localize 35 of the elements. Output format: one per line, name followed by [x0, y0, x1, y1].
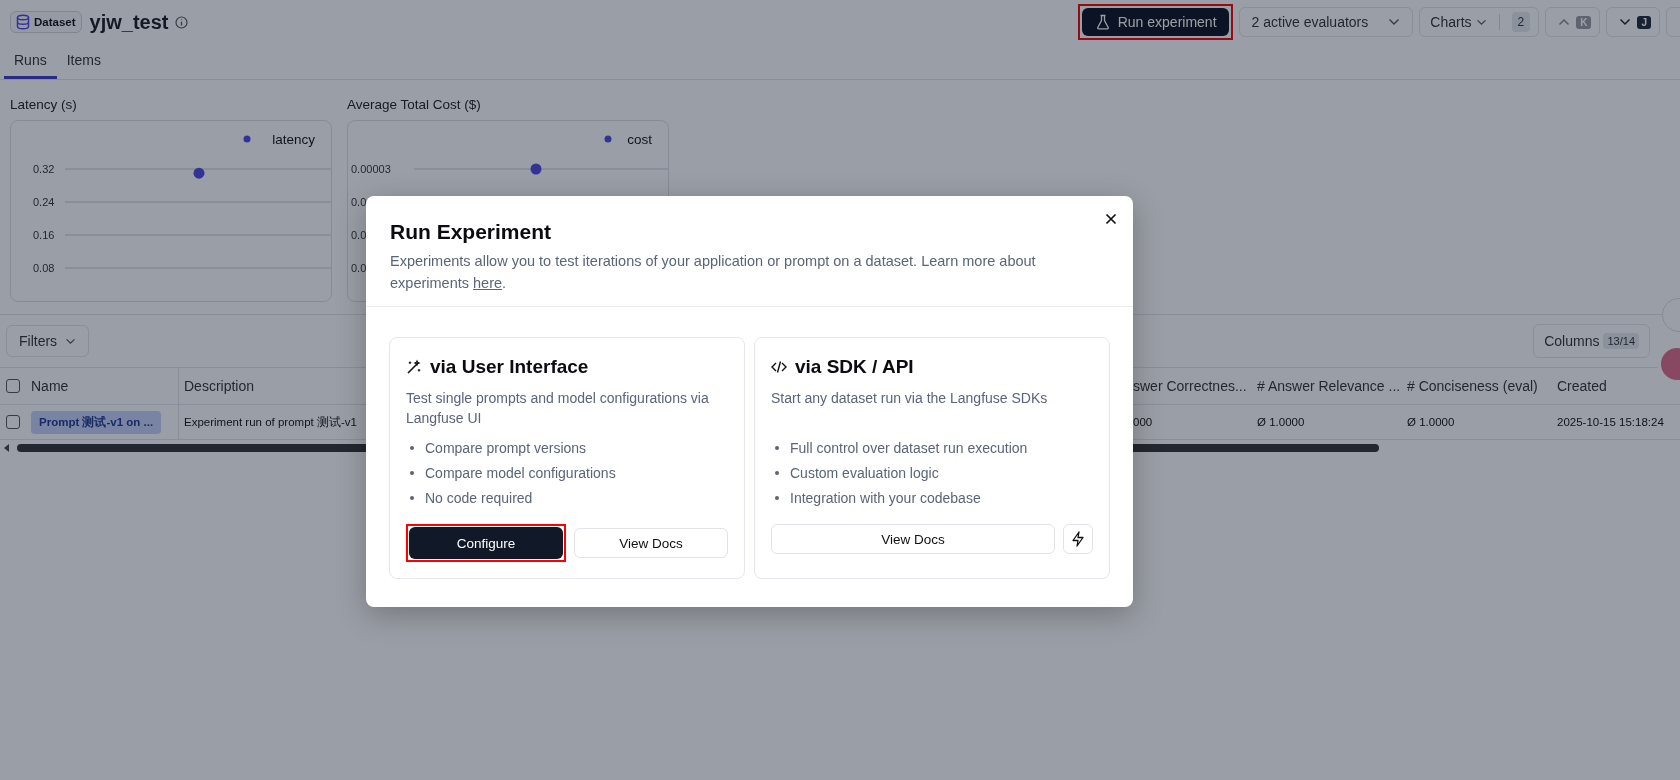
tick-label: 0.16: [33, 229, 55, 241]
shortcut-key: K: [1576, 15, 1592, 29]
dataset-title: yjw_test: [89, 10, 169, 34]
dataset-badge: Dataset: [10, 11, 82, 33]
feature-item: Full control over dataset run execution: [790, 440, 1028, 456]
tick-label: 0.0: [351, 196, 367, 208]
feature-item: Integration with your codebase: [790, 490, 981, 506]
legend-item: latency: [243, 132, 315, 147]
legend-item: cost: [604, 132, 652, 147]
columns-count: 13/14: [1603, 333, 1639, 349]
tick-label: 0.0: [351, 262, 367, 274]
feature-item: No code required: [425, 490, 533, 506]
table-cell: 000: [1133, 416, 1153, 428]
tick-label: 0.32: [33, 163, 55, 175]
legend-label: cost: [627, 132, 653, 147]
feature-item: Custom evaluation logic: [790, 465, 939, 481]
option-title: via SDK / API: [795, 356, 914, 378]
feature-item: Compare model configurations: [425, 465, 616, 481]
option-description: Start any dataset run via the Langfuse SDKs: [771, 389, 1049, 408]
table-cell-text: Ø 1.0000: [1256, 416, 1306, 428]
tick-label: 0.24: [33, 196, 55, 208]
feature-item: Compare prompt versions: [425, 440, 587, 456]
chart-title: Latency (s): [10, 97, 77, 112]
option-title: via User Interface: [430, 356, 589, 378]
shortcut-key: J: [1637, 15, 1651, 29]
chart-title: Average Total Cost ($): [347, 97, 481, 112]
tick-label: 0.0: [351, 229, 367, 241]
tick-label: 0.08: [33, 262, 55, 274]
table-cell-text: 2025-10-15 15:18:24: [1556, 416, 1665, 428]
tick-label: 0.00003: [351, 163, 391, 175]
table-cell-text: Ø 1.0000: [1406, 416, 1456, 428]
dialog-description: Experiments allow you to test iterations of your application or prompt on a dataset. Learn more about experiments here.: [390, 252, 1037, 293]
charts-count: 2: [1511, 12, 1531, 32]
dialog-title: Run Experiment: [390, 220, 552, 244]
legend-label: latency: [272, 132, 316, 147]
